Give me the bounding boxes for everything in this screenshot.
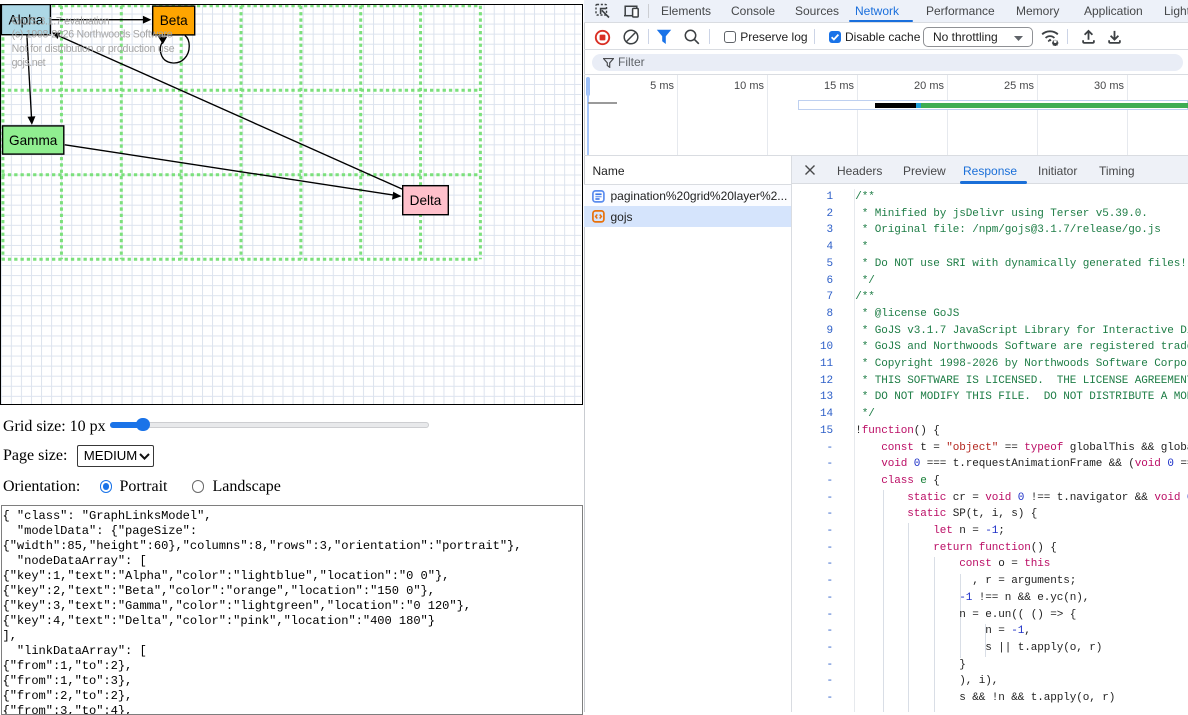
svg-text:Gamma: Gamma [9, 132, 58, 147]
svg-text:(c) 1998-2026 Northwoods Softw: (c) 1998-2026 Northwoods Software [12, 28, 173, 40]
svg-text:Beta: Beta [160, 13, 188, 28]
svg-text:gojs.net: gojs.net [12, 57, 46, 69]
svg-text:GoJS 3.1.7 evaluation: GoJS 3.1.7 evaluation [12, 15, 110, 27]
svg-text:Delta: Delta [410, 193, 442, 208]
svg-text:Not for distribution or produc: Not for distribution or production use [12, 43, 175, 55]
